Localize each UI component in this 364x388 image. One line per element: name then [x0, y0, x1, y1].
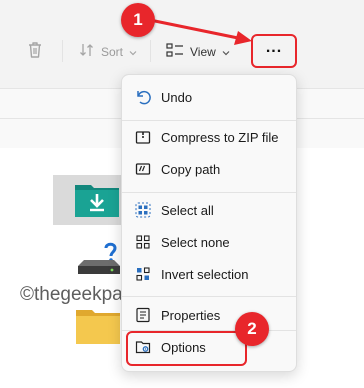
menu-separator	[122, 120, 296, 121]
menu-item-invert-selection[interactable]: Invert selection	[128, 260, 290, 288]
step-badge-2: 2	[235, 312, 269, 346]
properties-icon	[134, 306, 152, 324]
menu-item-label: Select none	[161, 234, 230, 250]
step-badge-1: 1	[121, 3, 155, 37]
menu-item-select-none[interactable]: Select none	[128, 228, 290, 256]
menu-item-label: Select all	[161, 202, 214, 218]
options-callout-box	[126, 331, 247, 366]
menu-item-compress-zip[interactable]: Compress to ZIP file	[128, 123, 290, 151]
menu-item-label: Invert selection	[161, 266, 249, 282]
menu-separator	[122, 192, 296, 193]
menu-item-label: Properties	[161, 307, 221, 323]
select-none-icon	[134, 233, 152, 251]
menu-item-label: Undo	[161, 89, 193, 105]
select-all-icon	[134, 201, 152, 219]
menu-item-undo[interactable]: Undo	[128, 83, 290, 111]
see-more-menu: Undo Compress to ZIP file Copy path Sele…	[121, 74, 297, 372]
menu-item-select-all[interactable]: Select all	[128, 196, 290, 224]
menu-separator	[122, 296, 296, 297]
undo-icon	[134, 88, 152, 106]
menu-item-label: Copy path	[161, 161, 221, 177]
zip-icon	[134, 128, 152, 146]
folder-icon[interactable]	[76, 308, 120, 349]
downloads-folder-icon[interactable]	[75, 181, 119, 222]
menu-item-label: Compress to ZIP file	[161, 129, 279, 145]
menu-item-copy-path[interactable]: Copy path	[128, 155, 290, 183]
invert-selection-icon	[134, 265, 152, 283]
network-drive-icon[interactable]	[76, 238, 122, 283]
copy-path-icon	[134, 160, 152, 178]
